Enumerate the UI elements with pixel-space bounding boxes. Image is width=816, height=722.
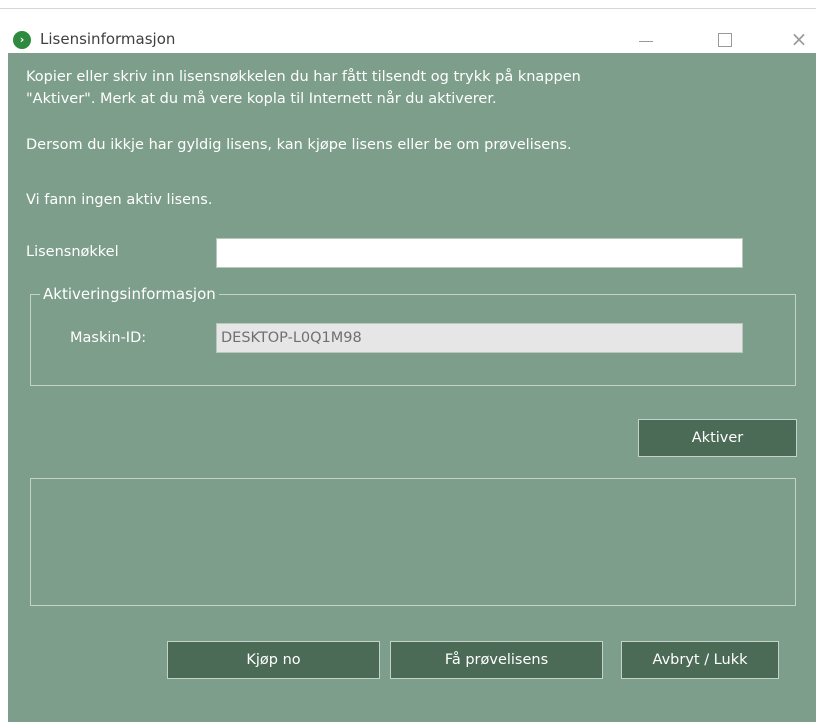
machine-id-field[interactable] (216, 323, 743, 353)
trial-license-button[interactable]: Få prøvelisens (390, 641, 603, 679)
license-status-text: Vi fann ingen aktiv lisens. (26, 192, 213, 208)
app-logo-icon: › (13, 31, 31, 49)
license-key-label: Lisensnøkkel (26, 244, 119, 260)
activate-button[interactable]: Aktiver (638, 419, 797, 457)
intro-text-line1: Kopier eller skriv inn lisensnøkkelen du… (26, 69, 581, 85)
close-icon[interactable]: × (784, 29, 814, 51)
message-area (30, 478, 796, 606)
titlebar[interactable]: › Lisensinformasjon × (0, 9, 816, 53)
intro-text-line3: Dersom du ikkje har gyldig lisens, kan k… (26, 137, 572, 153)
license-key-input[interactable] (216, 238, 743, 268)
maximize-icon[interactable] (710, 29, 740, 51)
minimize-icon[interactable] (630, 29, 660, 51)
license-dialog: › Lisensinformasjon × Kopier eller skriv… (0, 0, 816, 722)
window-title: Lisensinformasjon (40, 30, 176, 48)
cancel-close-button[interactable]: Avbryt / Lukk (621, 641, 779, 679)
buy-button[interactable]: Kjøp no (167, 641, 380, 679)
machine-id-label: Maskin-ID: (70, 330, 147, 346)
dialog-body (8, 53, 816, 722)
intro-text-line2: "Aktiver". Merk at du må vere kopla til … (26, 91, 497, 107)
activation-info-legend: Aktiveringsinformasjon (40, 285, 219, 303)
